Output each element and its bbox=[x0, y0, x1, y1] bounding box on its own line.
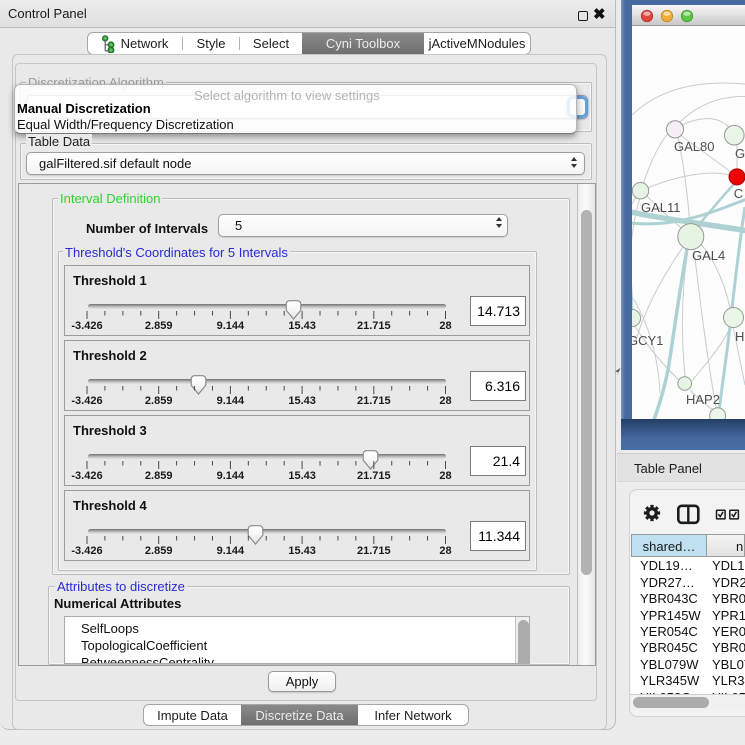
svg-text:GAL80: GAL80 bbox=[674, 139, 714, 154]
svg-text:GCY1: GCY1 bbox=[632, 333, 663, 348]
svg-text:C: C bbox=[734, 186, 743, 201]
svg-text:GAL11: GAL11 bbox=[641, 200, 681, 215]
svg-text:GAL4: GAL4 bbox=[692, 248, 725, 263]
svg-text:HAP2: HAP2 bbox=[686, 392, 720, 407]
svg-text:GA: GA bbox=[735, 146, 745, 161]
svg-text:H: H bbox=[735, 329, 744, 344]
